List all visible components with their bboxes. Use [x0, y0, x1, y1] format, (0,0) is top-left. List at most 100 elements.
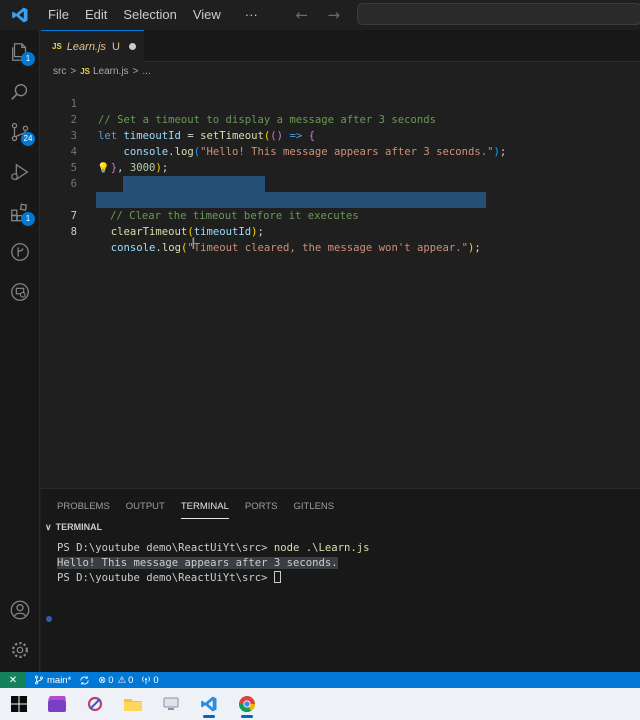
- gitlens-button[interactable]: [0, 232, 40, 272]
- vscode-logo-icon: [201, 696, 217, 712]
- code-line: 4 }, 3000);: [41, 128, 640, 174]
- code-line: 5: [41, 144, 640, 174]
- lightbulb-icon[interactable]: 💡: [97, 161, 109, 177]
- tab-ports[interactable]: PORTS: [245, 495, 278, 519]
- terminal-section-title: TERMINAL: [55, 522, 103, 532]
- code-editor[interactable]: 1 // Set a timeout to display a message …: [41, 80, 640, 488]
- snipping-tool-icon: [87, 696, 103, 712]
- breadcrumb-folder[interactable]: src: [53, 66, 66, 77]
- run-debug-icon: [11, 163, 29, 181]
- terminal-prompt: PS D:\youtube demo\ReactUiYt\src>: [57, 542, 274, 554]
- sync-button[interactable]: [79, 675, 90, 686]
- search-icon: [11, 83, 28, 100]
- start-button[interactable]: [0, 688, 38, 720]
- code-text: console.log("Timeout cleared, the messag…: [98, 240, 481, 256]
- terminal-cursor: [273, 571, 281, 583]
- windows-taskbar: [0, 688, 640, 720]
- problems-indicator[interactable]: ⊗ 0 ⚠ 0: [98, 675, 133, 686]
- forward-arrow-icon[interactable]: →: [318, 6, 350, 24]
- status-bar: ✕ main* ⊗ 0 ⚠ 0 0: [0, 672, 640, 688]
- taskbar-app-vscode[interactable]: [190, 688, 228, 720]
- source-control-badge: 24: [21, 132, 35, 146]
- line-number: 8: [70, 226, 77, 238]
- tab-terminal[interactable]: TERMINAL: [180, 495, 229, 519]
- breadcrumb-file[interactable]: Learn.js: [93, 66, 129, 77]
- taskbar-app-virtual-machine[interactable]: [152, 688, 190, 720]
- warning-icon: ⚠: [117, 674, 127, 686]
- code-line: 7 clearTimeout(timeoutId);: [41, 176, 640, 238]
- terminal-output-line: Hello! This message appears after 3 seco…: [57, 557, 338, 569]
- token-string: "Timeout cleared, the message won't appe…: [187, 242, 468, 254]
- broadcast-icon: [142, 676, 151, 685]
- tab-learn-js[interactable]: JS Learn.js U: [41, 30, 144, 62]
- terminal-output[interactable]: PS D:\youtube demo\ReactUiYt\src> node .…: [57, 541, 370, 586]
- gear-icon: [11, 641, 29, 659]
- search-button[interactable]: [0, 72, 40, 112]
- tab-gitlens[interactable]: GITLENS: [293, 495, 334, 519]
- code-text: clearTimeout(timeoutId);: [98, 224, 264, 240]
- explorer-button[interactable]: 1: [0, 32, 40, 72]
- terminal-status-dot-icon: [46, 616, 52, 622]
- activity-bar: 1 24 1: [0, 30, 40, 672]
- accounts-button[interactable]: [0, 590, 40, 630]
- tab-output[interactable]: OUTPUT: [126, 495, 165, 519]
- breadcrumb-separator: >: [70, 65, 77, 77]
- branch-indicator[interactable]: main*: [34, 675, 71, 686]
- menu-view[interactable]: View: [185, 0, 229, 30]
- menu-edit[interactable]: Edit: [77, 0, 115, 30]
- taskbar-app-file-explorer[interactable]: [114, 688, 152, 720]
- account-icon: [10, 600, 30, 620]
- token-function: clearTimeout: [110, 226, 188, 238]
- chevron-down-icon: ∨: [45, 521, 52, 532]
- sync-icon: [80, 675, 89, 685]
- gitlens-icon: [11, 243, 29, 261]
- mouse-ibeam-cursor-icon: I: [191, 234, 196, 253]
- tab-label: Learn.js: [66, 40, 106, 53]
- terminal-prompt: PS D:\youtube demo\ReactUiYt\src>: [57, 572, 274, 584]
- terminal-section-header[interactable]: ∨ TERMINAL: [41, 519, 640, 535]
- remote-explorer-button[interactable]: [0, 272, 40, 312]
- breadcrumb-separator: >: [132, 65, 139, 77]
- settings-button[interactable]: [0, 630, 40, 670]
- token-operator: ;: [474, 242, 481, 254]
- clapperboard-icon: [48, 696, 66, 712]
- menu-more[interactable]: ···: [237, 0, 266, 30]
- ports-count: 0: [153, 674, 159, 686]
- tab-problems[interactable]: PROBLEMS: [57, 495, 110, 519]
- menu-file[interactable]: File: [40, 0, 77, 30]
- code-line: 3 console.log("Hello! This message appea…: [41, 112, 640, 158]
- remote-explorer-icon: [11, 283, 29, 301]
- git-branch-icon: [35, 675, 43, 685]
- breadcrumb-symbol[interactable]: ...: [142, 66, 150, 77]
- token-function: log: [161, 242, 181, 254]
- token-variable: console: [110, 242, 156, 254]
- run-debug-button[interactable]: [0, 152, 40, 192]
- monitor-icon: [163, 697, 179, 710]
- taskbar-app-clapper[interactable]: [38, 688, 76, 720]
- vscode-logo-icon: [0, 0, 40, 30]
- windows-logo-icon: [11, 696, 27, 712]
- comment: // Clear the timeout before it executes: [110, 210, 359, 222]
- code-line: 1 // Set a timeout to display a message …: [41, 80, 640, 126]
- token-variable: timeoutId: [193, 226, 252, 238]
- branch-name: main*: [47, 674, 72, 686]
- menu-selection[interactable]: Selection: [115, 0, 184, 30]
- taskbar-app-chrome[interactable]: [228, 688, 266, 720]
- back-arrow-icon[interactable]: ←: [286, 6, 318, 24]
- breadcrumb: src > JS Learn.js > ...: [53, 62, 155, 80]
- untracked-indicator: U: [111, 40, 120, 53]
- code-line: 6 💡 // Clear the timeout before it execu…: [41, 160, 640, 222]
- command-center-search[interactable]: [357, 3, 640, 25]
- warning-count: 0: [128, 674, 134, 686]
- code-text: // Clear the timeout before it executes: [110, 208, 359, 224]
- ports-indicator[interactable]: 0: [141, 674, 159, 686]
- source-control-button[interactable]: 24: [0, 112, 40, 152]
- explorer-badge: 1: [21, 52, 35, 66]
- text-selection: [96, 192, 486, 208]
- taskbar-app-snipping[interactable]: [76, 688, 114, 720]
- extensions-button[interactable]: 1: [0, 192, 40, 232]
- unsaved-dot-icon[interactable]: [128, 43, 136, 50]
- js-file-icon: JS: [52, 42, 62, 51]
- code-line: 8 console.log("Timeout cleared, the mess…: [41, 192, 640, 254]
- remote-indicator-icon[interactable]: ✕: [0, 672, 26, 688]
